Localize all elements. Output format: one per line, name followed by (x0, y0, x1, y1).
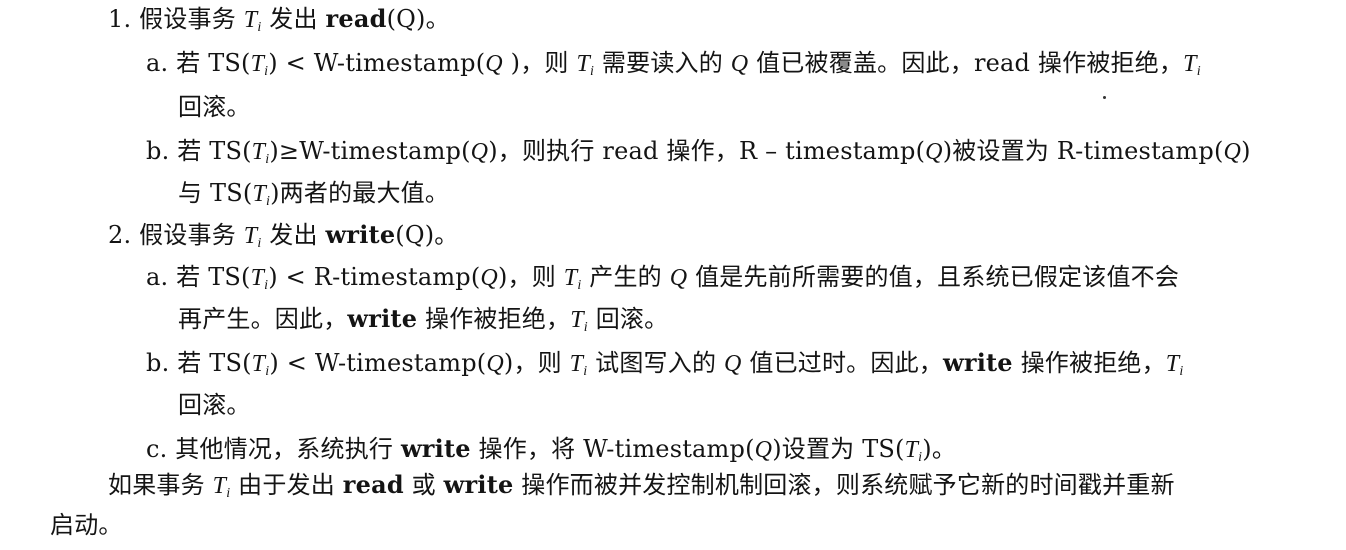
rule-1-heading: 1. 假设事务 Ti 发出 read(Q)。 (108, 2, 450, 45)
text-fragment: (Q)。 (386, 5, 450, 33)
text-fragment: 值是先前所需要的值，且系统已假定该值不会 (687, 263, 1180, 291)
text-fragment: 2. (108, 221, 132, 249)
text-fragment: )。 (922, 435, 957, 463)
rule-1a-line-1: a. 若 TS(Ti) < W-timestamp(Q )，则 Ti 需要读入的… (146, 46, 1201, 89)
text-fragment: ) < W-timestamp( (268, 49, 486, 77)
text-fragment: 值已过时。因此， (741, 349, 943, 377)
text-fragment: )，则 (503, 349, 570, 377)
math-variable-Q: Q (1223, 139, 1242, 165)
rule-1a-line-2: 回滚。 (178, 90, 251, 124)
math-variable-Q: Q (724, 351, 742, 377)
text-fragment: write (942, 348, 1013, 377)
text-fragment: 由于发出 (230, 471, 343, 499)
text-fragment: 回滚。 (178, 93, 251, 121)
math-variable-T: T (243, 223, 258, 249)
text-fragment: 与 TS( (178, 179, 253, 207)
text-fragment: 1. (108, 5, 132, 33)
text-fragment: write (400, 434, 471, 463)
text-fragment: ) < W-timestamp( (269, 349, 487, 377)
text-fragment: 操作，将 W-timestamp( (470, 435, 755, 463)
text-fragment: (Q)。 (395, 221, 459, 249)
text-fragment: write (325, 220, 396, 249)
text-fragment: 需要读入的 (594, 49, 731, 77)
text-fragment: ) < R-timestamp( (268, 263, 481, 291)
math-variable-Q: Q (470, 139, 489, 165)
text-fragment: 操作被拒绝， (1012, 349, 1166, 377)
text-fragment: 如果事务 (108, 471, 213, 499)
text-fragment: 发出 (261, 5, 326, 33)
text-fragment: 发出 (261, 221, 326, 249)
math-variable-T: T (570, 307, 584, 333)
text-fragment: )，则 (497, 263, 564, 291)
text-fragment: 假设事务 (139, 5, 244, 33)
rule-2b-line-1: b. 若 TS(Ti) < W-timestamp(Q)，则 Ti 试图写入的 … (146, 346, 1183, 389)
text-fragment: b. 若 TS( (146, 349, 252, 377)
math-variable-T: T (576, 51, 590, 77)
closing-paragraph-line-1: 如果事务 Ti 由于发出 read 或 write 操作而被并发控制机制回滚，则… (108, 468, 1175, 511)
math-variable-Q: Q (754, 437, 773, 463)
text-fragment: 启动。 (50, 511, 123, 539)
rule-2-heading: 2. 假设事务 Ti 发出 write(Q)。 (108, 218, 459, 261)
text-fragment: )，则 (502, 49, 577, 77)
text-fragment: 产生的 (581, 263, 670, 291)
text-fragment: )被设置为 R-timestamp( (942, 137, 1224, 165)
rule-1b-line-1: b. 若 TS(Ti)≥W-timestamp(Q)，则执行 read 操作，R… (146, 134, 1251, 177)
math-variable-T: T (1183, 51, 1197, 77)
math-variable-T: T (252, 181, 267, 207)
text-fragment: write (347, 304, 418, 333)
math-variable-T: T (212, 473, 227, 499)
text-fragment: )两者的最大值。 (270, 179, 450, 207)
math-variable-T: T (250, 51, 265, 77)
text-fragment: 或 (403, 471, 444, 499)
text-fragment: read (342, 470, 404, 499)
math-variable-T: T (563, 265, 578, 291)
text-fragment: b. 若 TS( (146, 137, 252, 165)
math-variable-Q: Q (486, 351, 504, 377)
math-variable-T: T (569, 351, 584, 377)
math-variable-Q: Q (669, 265, 688, 291)
math-variable-Q: Q (730, 51, 749, 77)
math-variable-i: i (1196, 64, 1201, 79)
text-fragment: 值已被覆盖。因此，read 操作被拒绝， (748, 49, 1184, 77)
text-fragment: 再产生。因此， (178, 305, 348, 333)
text-fragment: write (443, 470, 514, 499)
stray-dot (1103, 96, 1106, 99)
text-fragment: read (325, 4, 387, 33)
math-variable-Q: Q (485, 51, 503, 77)
math-variable-Q: Q (925, 139, 943, 165)
math-variable-T: T (1165, 351, 1180, 377)
text-fragment: 回滚。 (587, 305, 669, 333)
rule-1b-line-2: 与 TS(Ti)两者的最大值。 (178, 176, 449, 219)
text-fragment: 回滚。 (178, 391, 251, 419)
rule-2a-line-1: a. 若 TS(Ti) < R-timestamp(Q)，则 Ti 产生的 Q … (146, 260, 1179, 303)
math-variable-Q: Q (480, 265, 498, 291)
text-fragment: a. 若 TS( (146, 263, 251, 291)
text-fragment: 操作被拒绝， (417, 305, 571, 333)
closing-paragraph-line-2: 启动。 (50, 508, 123, 542)
math-variable-T: T (250, 265, 265, 291)
text-fragment: )设置为 TS( (772, 435, 905, 463)
math-variable-T: T (251, 351, 266, 377)
text-fragment: )，则执行 read 操作，R – timestamp( (488, 137, 926, 165)
math-variable-i: i (1179, 364, 1184, 379)
text-fragment: 操作而被并发控制机制回滚，则系统赋予它新的时间戳并重新 (513, 471, 1175, 499)
text-fragment: 假设事务 (139, 221, 244, 249)
math-variable-T: T (904, 437, 919, 463)
math-variable-T: T (243, 7, 258, 33)
text-fragment: ) (1241, 137, 1251, 165)
document-page: 1. 假设事务 Ti 发出 read(Q)。 a. 若 TS(Ti) < W-t… (0, 0, 1346, 550)
rule-2b-line-2: 回滚。 (178, 388, 251, 422)
text-fragment: 试图写入的 (587, 349, 724, 377)
rule-2a-line-2: 再产生。因此，write 操作被拒绝，Ti 回滚。 (178, 302, 668, 345)
text-fragment: a. 若 TS( (146, 49, 251, 77)
math-variable-T: T (251, 139, 266, 165)
text-fragment: c. 其他情况，系统执行 (146, 435, 401, 463)
text-fragment: )≥W-timestamp( (269, 137, 471, 165)
